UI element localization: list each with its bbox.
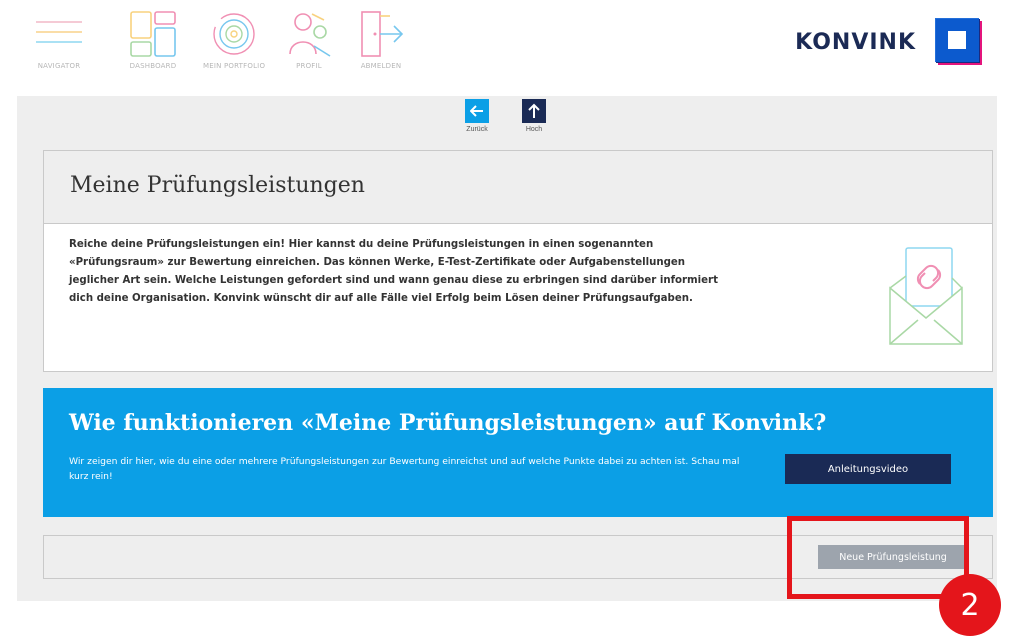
nav-label-profil: PROFIL (296, 62, 322, 70)
konvink-logo-icon (935, 18, 982, 65)
exam-panel-body: Reiche deine Prüfungsleistungen ein! Hie… (44, 224, 992, 308)
back-button[interactable]: Zurück (465, 99, 489, 133)
arrow-left-icon (465, 99, 489, 123)
portfolio-circles-icon (213, 13, 255, 55)
exam-panel-header: Meine Prüfungsleistungen (44, 151, 992, 224)
howto-banner: Wie funktionieren «Meine Prüfungsleistun… (43, 388, 993, 517)
page-title: Meine Prüfungsleistungen (70, 173, 365, 198)
exam-panel: Meine Prüfungsleistungen Reiche deine Pr… (43, 150, 993, 372)
arrow-up-icon (522, 99, 546, 123)
nav-label-abmelden: ABMELDEN (360, 62, 402, 70)
nav-label-navigator: NAVIGATOR (37, 62, 81, 70)
pager: Zurück Hoch (17, 96, 997, 146)
nav-item-profil[interactable]: PROFIL (284, 10, 334, 70)
up-label: Hoch (525, 126, 543, 133)
dashboard-grid-icon (130, 11, 176, 57)
back-label: Zurück (466, 126, 488, 133)
howto-text: Wir zeigen dir hier, wie du eine oder me… (69, 456, 740, 482)
brand[interactable]: KONVINK (795, 17, 984, 67)
nav-item-portfolio[interactable]: MEIN PORTFOLIO (203, 10, 265, 70)
envelope-link-icon (888, 246, 964, 351)
hamburger-menu-icon (36, 21, 82, 43)
annotation-step-badge: 2 (939, 574, 1001, 636)
nav-item-navigator[interactable]: NAVIGATOR (34, 10, 84, 70)
brand-name: KONVINK (795, 29, 916, 55)
top-navigation: NAVIGATOR DASHBOARD MEIN PORTFOLIO PROFI (0, 0, 1014, 96)
nav-label-portfolio: MEIN PORTFOLIO (203, 62, 266, 70)
logout-door-icon (361, 11, 404, 57)
profile-person-icon (289, 13, 331, 57)
intro-text: Reiche deine Prüfungsleistungen ein! Hie… (69, 239, 718, 304)
nav-item-dashboard[interactable]: DASHBOARD (128, 10, 178, 70)
howto-title: Wie funktionieren «Meine Prüfungsleistun… (69, 410, 827, 436)
up-button[interactable]: Hoch (522, 99, 546, 133)
nav-item-abmelden[interactable]: ABMELDEN (356, 10, 406, 70)
tutorial-video-button[interactable]: Anleitungsvideo (785, 454, 951, 484)
annotation-highlight-box (787, 516, 969, 599)
nav-label-dashboard: DASHBOARD (129, 62, 177, 70)
